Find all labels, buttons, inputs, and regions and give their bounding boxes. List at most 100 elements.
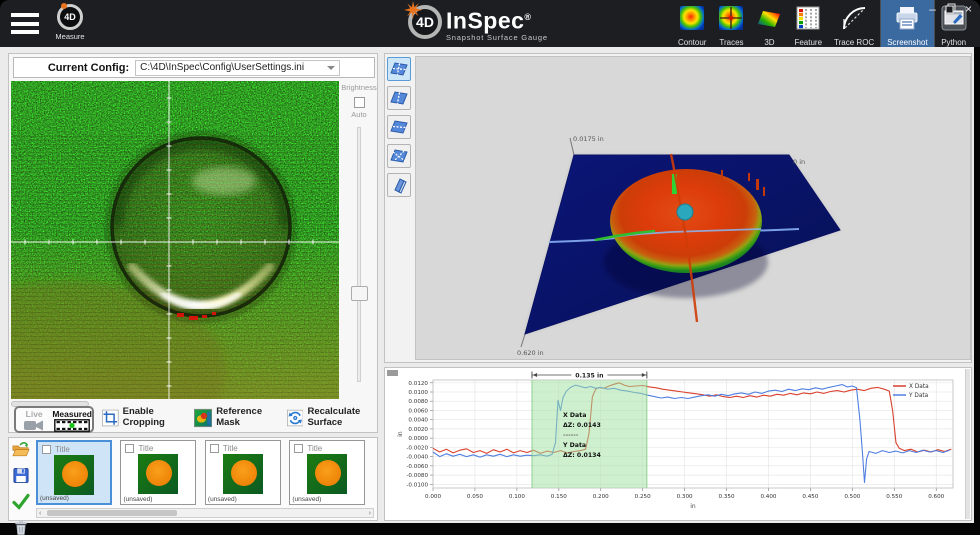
surface-3d-plot: 0.0175 in 0.620 in 0 in — [416, 57, 970, 359]
trace-center-handle[interactable] — [677, 204, 693, 220]
gallery-item[interactable]: Title (unsaved) — [205, 440, 281, 505]
camera-image — [11, 81, 339, 399]
thumb-checkbox[interactable] — [210, 444, 219, 453]
recalculate-surface-button[interactable]: Recalculate Surface — [287, 407, 375, 429]
mask-icon — [194, 407, 212, 429]
camera-live-view[interactable] — [11, 81, 339, 399]
brightness-slider-handle[interactable] — [351, 286, 368, 301]
svg-text:0.350: 0.350 — [719, 494, 735, 500]
toolbar: Contour Traces 3D — [672, 0, 973, 47]
camera-panel: Current Config: C:\4D\InSpec\Config\User… — [8, 53, 378, 433]
gallery-item[interactable]: Title (unsaved) — [120, 440, 196, 505]
trace-cross-button[interactable] — [387, 57, 411, 81]
thumb-status: (unsaved) — [123, 496, 152, 503]
svg-text:0.0120: 0.0120 — [408, 381, 428, 387]
gallery-item[interactable]: Title (unsaved) — [36, 440, 112, 505]
save-icon[interactable] — [12, 467, 30, 484]
svg-text:X Data: X Data — [563, 412, 586, 419]
close-button[interactable]: × — [965, 3, 972, 16]
minimize-button[interactable]: – — [929, 3, 936, 16]
svg-text:0.500: 0.500 — [844, 494, 860, 500]
svg-text:0.600: 0.600 — [928, 494, 944, 500]
x-axis-label: 0.620 in — [517, 349, 544, 357]
trace-cross-icon — [390, 60, 408, 78]
live-button[interactable]: Live — [16, 408, 52, 431]
tool-traces[interactable]: Traces — [712, 0, 750, 47]
tool-contour[interactable]: Contour — [672, 0, 712, 47]
measure-logo-brand: 4D — [64, 12, 76, 22]
trace-diagonal-button[interactable] — [387, 144, 411, 168]
svg-text:-0.0020: -0.0020 — [406, 445, 428, 451]
thumb-checkbox[interactable] — [294, 444, 303, 453]
tool-3d[interactable]: 3D — [750, 0, 788, 47]
scroll-right-arrow[interactable]: › — [369, 509, 371, 518]
view3d-toolbar — [387, 57, 413, 202]
svg-text:0.000: 0.000 — [425, 494, 441, 500]
config-dropdown[interactable]: C:\4D\InSpec\Config\UserSettings.ini — [135, 60, 340, 76]
main-content: Current Config: C:\4D\InSpec\Config\User… — [0, 47, 974, 523]
brightness-controls: Brightness Auto — [341, 81, 377, 399]
app-tagline: Snapshot Surface Gauge — [446, 33, 548, 42]
measure-logo: 4D Measure — [48, 4, 92, 41]
eraser-button[interactable] — [387, 173, 411, 197]
svg-text:-0.0080: -0.0080 — [406, 473, 428, 479]
capture-bar: Live Measured — [9, 406, 379, 433]
gallery-strip: Title (unsaved) Title (unsaved) Title (u… — [36, 440, 374, 507]
reference-mask-button[interactable]: Reference Mask — [194, 407, 276, 429]
view3d-viewport[interactable]: 0.0175 in 0.620 in 0 in — [415, 56, 971, 360]
brightness-label: Brightness — [341, 83, 377, 92]
trace-horizontal-button[interactable] — [387, 115, 411, 139]
config-bar: Current Config: C:\4D\InSpec\Config\User… — [13, 57, 375, 78]
measure-logo-circle: 4D — [57, 4, 83, 30]
measured-button[interactable]: Measured — [52, 408, 92, 431]
svg-text:in: in — [690, 503, 696, 510]
tool-feature[interactable]: Feature — [788, 0, 828, 47]
svg-text:Y Data: Y Data — [908, 393, 929, 399]
restore-button[interactable] — [945, 3, 956, 16]
feature-icon — [795, 5, 821, 31]
config-value: C:\4D\InSpec\Config\UserSettings.ini — [140, 62, 304, 73]
enable-cropping-button[interactable]: Enable Cropping — [102, 407, 180, 429]
delete-trash-icon[interactable] — [12, 519, 30, 535]
gallery-scroll-thumb[interactable] — [47, 510, 177, 516]
thumb-image — [138, 454, 178, 494]
thumb-checkbox[interactable] — [42, 445, 51, 454]
svg-text:0.450: 0.450 — [802, 494, 818, 500]
svg-text:0.0040: 0.0040 — [408, 418, 428, 424]
titlebar: 4D Measure 4D InSpec® Snapshot Surface G… — [0, 0, 980, 47]
validate-check-icon[interactable] — [12, 493, 30, 510]
trace-diagonal-icon — [390, 147, 408, 165]
scroll-left-arrow[interactable]: ‹ — [39, 509, 41, 518]
chart-scrollbar[interactable] — [965, 369, 970, 519]
measure-logo-label: Measure — [48, 32, 92, 41]
svg-text:0.0020: 0.0020 — [408, 427, 428, 433]
svg-text:ΔZ: 0.0143: ΔZ: 0.0143 — [563, 422, 601, 429]
svg-text:Y Data: Y Data — [562, 442, 586, 449]
thumb-checkbox[interactable] — [125, 444, 134, 453]
brightness-slider[interactable] — [357, 127, 361, 382]
trace-chart-panel: 0.0000.0500.1000.1500.2000.2500.3000.350… — [384, 367, 972, 521]
svg-text:0.135 in: 0.135 in — [575, 373, 603, 380]
window-controls: – × — [929, 3, 972, 16]
eraser-icon — [390, 176, 408, 194]
svg-text:0.300: 0.300 — [677, 494, 693, 500]
trace-vertical-button[interactable] — [387, 86, 411, 110]
restore-icon — [945, 3, 956, 14]
menu-button[interactable] — [11, 13, 39, 35]
svg-text:0.0000: 0.0000 — [408, 436, 428, 442]
tool-trace-roc[interactable]: Trace ROC — [828, 0, 880, 47]
svg-text:0.200: 0.200 — [593, 494, 609, 500]
svg-text:0.0080: 0.0080 — [408, 399, 428, 405]
brightness-auto-checkbox[interactable] — [354, 97, 365, 108]
gallery-item[interactable]: Title (unsaved) — [289, 440, 365, 505]
chevron-down-icon — [327, 66, 335, 70]
live-measured-toggle: Live Measured — [14, 406, 94, 433]
svg-text:0.050: 0.050 — [467, 494, 483, 500]
svg-text:0.400: 0.400 — [760, 494, 776, 500]
crop-icon — [102, 407, 119, 429]
gallery-scrollbar[interactable]: ‹ › — [36, 508, 374, 518]
trace-profile-chart[interactable]: 0.0000.0500.1000.1500.2000.2500.3000.350… — [393, 370, 969, 520]
tool-screenshot[interactable]: Screenshot — [880, 0, 934, 47]
open-folder-icon[interactable] — [12, 441, 30, 458]
view3d-panel: 0.0175 in 0.620 in 0 in — [384, 53, 972, 363]
